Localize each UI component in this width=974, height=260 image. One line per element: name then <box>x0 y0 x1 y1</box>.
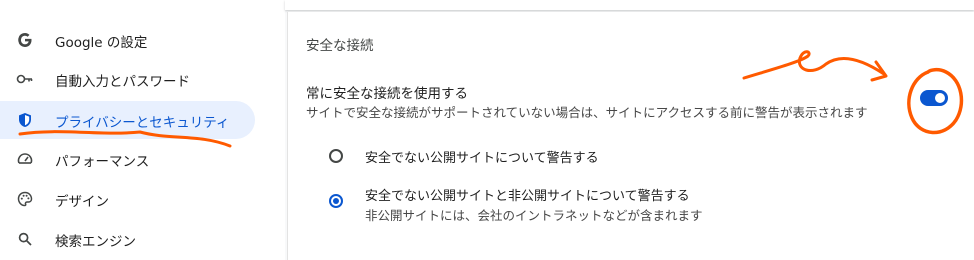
sidebar-item-google-settings[interactable]: Google の設定 <box>0 21 255 59</box>
radio-label-warn-public[interactable]: 安全でない公開サイトについて警告する <box>365 147 599 166</box>
google-g-icon <box>15 30 35 50</box>
sidebar-item-performance[interactable]: パフォーマンス <box>0 140 255 178</box>
sidebar-item-label: プライバシーとセキュリティ <box>55 115 230 131</box>
radio-sublabel-private-sites: 非公開サイトには、会社のイントラネットなどが含まれます <box>365 208 703 223</box>
radio-label-warn-public-private[interactable]: 安全でない公開サイトと非公開サイトについて警告する <box>365 185 690 204</box>
settings-sidebar: Google の設定 自動入力とパスワード プライバシーとセキュリティ パフォー… <box>0 0 285 260</box>
search-icon <box>15 229 35 249</box>
toggle-knob <box>935 93 945 103</box>
sidebar-item-privacy-security[interactable]: プライバシーとセキュリティ <box>0 101 255 139</box>
radio-warn-public-private[interactable] <box>329 194 343 208</box>
speedometer-icon <box>15 149 35 169</box>
setting-title: 常に安全な接続を使用する <box>306 86 468 102</box>
sidebar-item-search-engine[interactable]: 検索エンジン <box>0 220 255 258</box>
always-secure-toggle[interactable] <box>920 90 948 106</box>
settings-main: 安全な接続 常に安全な接続を使用する サイトで安全な接続がサポートされていない場… <box>285 0 974 260</box>
sidebar-item-autofill[interactable]: 自動入力とパスワード <box>0 60 255 98</box>
secure-connection-card: 安全な接続 常に安全な接続を使用する サイトで安全な接続がサポートされていない場… <box>287 12 974 260</box>
setting-description: サイトで安全な接続がサポートされていない場合は、サイトにアクセスする前に警告が表… <box>306 105 868 120</box>
key-icon <box>15 69 35 89</box>
sidebar-item-label: 自動入力とパスワード <box>55 74 190 90</box>
sidebar-item-appearance[interactable]: デザイン <box>0 180 255 218</box>
shield-icon <box>15 110 35 130</box>
sidebar-item-label: デザイン <box>55 194 109 210</box>
sidebar-item-label: Google の設定 <box>55 35 148 51</box>
search-bar-edge <box>285 0 974 10</box>
sidebar-item-label: 検索エンジン <box>55 234 136 250</box>
sidebar-item-label: パフォーマンス <box>55 154 150 170</box>
palette-icon <box>15 189 35 209</box>
radio-warn-public[interactable] <box>329 149 343 163</box>
section-title: 安全な接続 <box>306 38 374 54</box>
